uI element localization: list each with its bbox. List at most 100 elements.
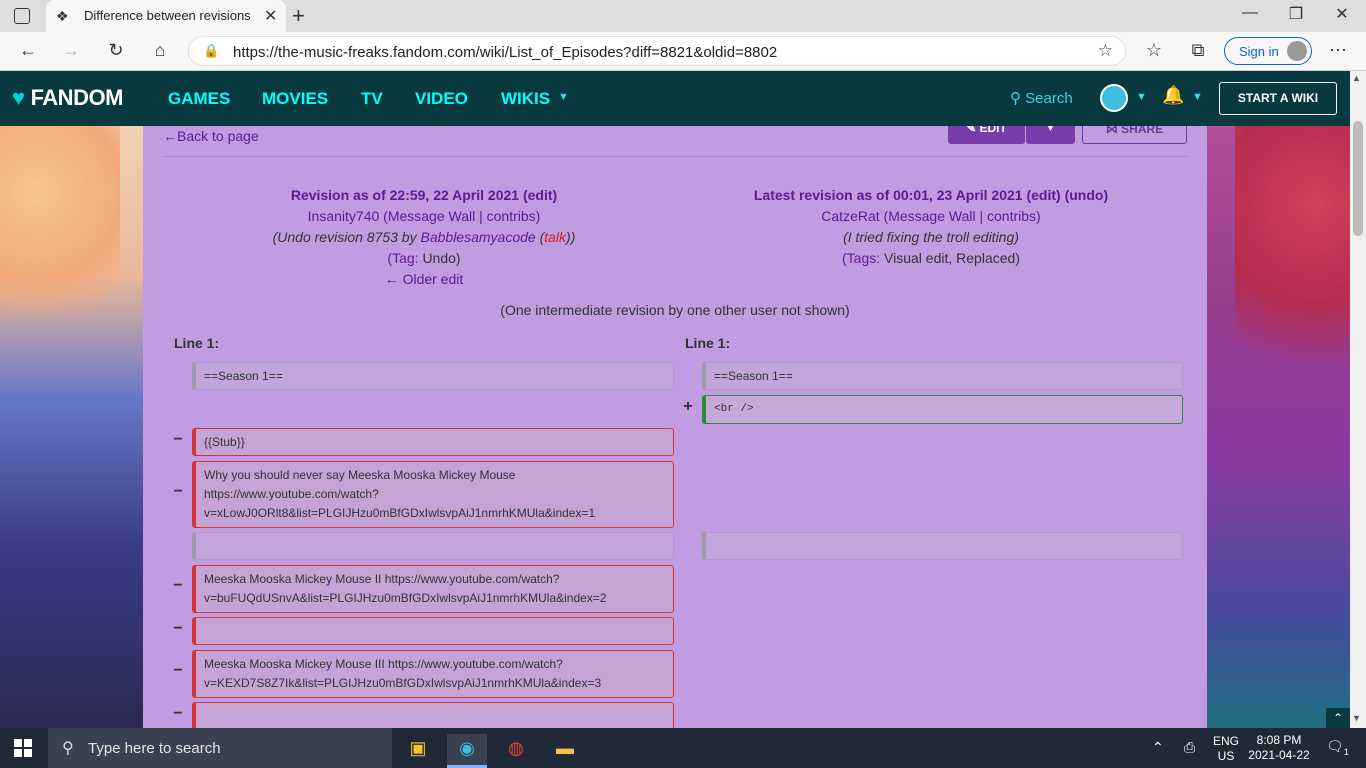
old-summary-user[interactable]: Babblesamyacode bbox=[421, 229, 536, 245]
divider bbox=[163, 156, 1187, 157]
new-tab-icon[interactable]: + bbox=[292, 3, 305, 29]
tab-actions-icon[interactable] bbox=[14, 8, 30, 24]
old-revision-edit-link[interactable]: (edit) bbox=[523, 187, 557, 203]
browser-tab[interactable]: ❖ Difference between revisions of "List … bbox=[46, 0, 286, 32]
new-revision-title[interactable]: Latest revision as of 00:01, 23 April 20… bbox=[754, 187, 1023, 203]
add-favorite-icon[interactable]: ☆ bbox=[1098, 41, 1113, 61]
edit-button[interactable]: ✎ EDIT bbox=[948, 126, 1025, 144]
notification-center-icon[interactable]: 🗨1 bbox=[1326, 738, 1349, 757]
diff-context-left: ==Season 1== bbox=[192, 362, 674, 390]
fandom-search[interactable]: ⚲ Search bbox=[1010, 89, 1073, 107]
pencil-icon: ✎ bbox=[966, 126, 980, 135]
old-tag-value: Undo) bbox=[422, 250, 461, 266]
page-scrollbar[interactable]: ▲ ▼ bbox=[1350, 71, 1366, 728]
new-summary: (I tried fixing the troll editing) bbox=[843, 229, 1019, 245]
new-revision-user[interactable]: CatzeRat bbox=[821, 208, 879, 224]
diff-deleted-line: Meeska Mooska Mickey Mouse III https://w… bbox=[192, 650, 674, 698]
window-close-icon[interactable]: ✕ bbox=[1322, 4, 1362, 24]
sign-in-label: Sign in bbox=[1239, 44, 1279, 59]
clock-date: 2021-04-22 bbox=[1248, 748, 1310, 762]
nav-tv[interactable]: TV bbox=[361, 89, 383, 109]
fandom-logo[interactable]: ♥ FANDOM bbox=[12, 85, 123, 111]
back-to-page-link[interactable]: ←Back to page bbox=[163, 128, 259, 144]
lock-icon[interactable]: 🔒 bbox=[203, 43, 219, 59]
diff-deleted-marker: − bbox=[173, 705, 183, 722]
user-caret-icon[interactable]: ▼ bbox=[1136, 91, 1147, 103]
edge-app-icon[interactable]: ◉ bbox=[447, 734, 487, 768]
scroll-thumb[interactable] bbox=[1353, 121, 1363, 236]
new-revision-header: Latest revision as of 00:01, 23 April 20… bbox=[681, 185, 1181, 269]
chrome-app-icon[interactable]: ◍ bbox=[496, 734, 536, 768]
old-summary-talk[interactable]: talk bbox=[544, 229, 566, 245]
old-revision-title[interactable]: Revision as of 22:59, 22 April 2021 bbox=[291, 187, 519, 203]
taskbar-search-placeholder: Type here to search bbox=[88, 740, 221, 757]
scroll-to-top-button[interactable]: ⌃ bbox=[1326, 708, 1350, 728]
diff-content: ←Back to page ✎ EDIT ▼ ⋈ SHARE Revision … bbox=[143, 126, 1207, 728]
diff-deleted-marker: − bbox=[173, 662, 183, 679]
taskbar-search[interactable]: ⚲ Type here to search bbox=[48, 728, 392, 768]
old-revision-user-links[interactable]: (Message Wall | contribs) bbox=[383, 208, 540, 224]
notifications-caret-icon[interactable]: ▼ bbox=[1192, 91, 1203, 103]
new-tag-value: Visual edit, Replaced) bbox=[884, 250, 1020, 266]
restore-icon[interactable]: ❐ bbox=[1276, 4, 1316, 24]
old-revision-user[interactable]: Insanity740 bbox=[308, 208, 380, 224]
collections-icon[interactable]: ⧉ bbox=[1186, 40, 1210, 61]
minimize-icon[interactable]: — bbox=[1230, 4, 1270, 22]
older-edit-link[interactable]: ← Older edit bbox=[385, 271, 464, 287]
diff-added-marker: + bbox=[683, 398, 693, 415]
line-number-right: Line 1: bbox=[685, 335, 731, 351]
more-menu-icon[interactable]: ⋯ bbox=[1326, 40, 1350, 61]
lang-top: ENG bbox=[1213, 734, 1240, 748]
nav-games[interactable]: GAMES bbox=[168, 89, 230, 109]
refresh-icon[interactable]: ↻ bbox=[104, 40, 128, 61]
diff-deleted-empty-line bbox=[192, 617, 674, 645]
network-icon[interactable]: ⎙ bbox=[1184, 739, 1195, 756]
forward-icon[interactable]: → bbox=[59, 40, 83, 61]
new-tag-prefix[interactable]: (Tags: bbox=[842, 250, 880, 266]
search-icon: ⚲ bbox=[1010, 90, 1021, 107]
diff-context-right: ==Season 1== bbox=[702, 362, 1183, 390]
tab-close-icon[interactable]: ✕ bbox=[264, 6, 277, 26]
tray-chevron-icon[interactable]: ⌃ bbox=[1152, 739, 1164, 756]
fandom-favicon-icon: ❖ bbox=[56, 8, 69, 24]
diff-deleted-line: Why you should never say Meeska Mooska M… bbox=[192, 461, 674, 528]
share-icon: ⋈ bbox=[1105, 126, 1122, 136]
wikis-caret-icon[interactable]: ▼ bbox=[558, 91, 569, 103]
sign-in-button[interactable]: Sign in bbox=[1224, 37, 1312, 65]
share-button[interactable]: ⋈ SHARE bbox=[1082, 126, 1187, 144]
user-avatar[interactable] bbox=[1100, 84, 1128, 112]
url-text: https://the-music-freaks.fandom.com/wiki… bbox=[233, 44, 778, 61]
fandom-logo-text: FANDOM bbox=[30, 85, 124, 110]
start-a-wiki-button[interactable]: START A WIKI bbox=[1219, 82, 1337, 115]
background-character-right bbox=[1235, 126, 1350, 386]
back-icon[interactable]: ← bbox=[16, 40, 40, 61]
intermediate-notice: (One intermediate revision by one other … bbox=[500, 302, 850, 318]
home-icon[interactable]: ⌂ bbox=[148, 40, 172, 61]
new-revision-user-links[interactable]: (Message Wall | contribs) bbox=[884, 208, 1041, 224]
fandom-heart-icon: ♥ bbox=[12, 85, 25, 110]
diff-deleted-marker: − bbox=[173, 431, 183, 448]
scroll-down-icon[interactable]: ▼ bbox=[1352, 713, 1361, 723]
nav-video[interactable]: VIDEO bbox=[415, 89, 468, 109]
new-revision-edit-link[interactable]: (edit) bbox=[1026, 187, 1060, 203]
clock[interactable]: 8:08 PM 2021-04-22 bbox=[1246, 733, 1312, 763]
diff-context-right-empty bbox=[702, 532, 1183, 560]
old-tag-prefix[interactable]: (Tag: bbox=[387, 250, 418, 266]
new-revision-undo-link[interactable]: (undo) bbox=[1065, 187, 1109, 203]
diff-deleted-marker: − bbox=[173, 483, 183, 500]
file-explorer-icon[interactable]: ▬ bbox=[545, 734, 585, 768]
scroll-up-icon[interactable]: ▲ bbox=[1352, 73, 1361, 83]
language-indicator[interactable]: ENG US bbox=[1213, 734, 1239, 764]
store-app-icon[interactable]: ▣ bbox=[398, 734, 438, 768]
nav-movies[interactable]: MOVIES bbox=[262, 89, 328, 109]
diff-context-left-empty bbox=[192, 532, 674, 560]
notifications-bell-icon[interactable]: 🔔 bbox=[1162, 85, 1184, 106]
diff-deleted-line: {{Stub}} bbox=[192, 428, 674, 456]
diff-deleted-empty-line bbox=[192, 702, 674, 728]
diff-deleted-marker: − bbox=[173, 620, 183, 637]
edit-dropdown-button[interactable]: ▼ bbox=[1026, 126, 1075, 144]
url-field[interactable]: 🔒 https://the-music-freaks.fandom.com/wi… bbox=[188, 36, 1126, 66]
windows-start-icon[interactable] bbox=[14, 739, 32, 757]
nav-wikis[interactable]: WIKIS bbox=[501, 89, 550, 109]
favorites-icon[interactable]: ☆ bbox=[1142, 40, 1166, 61]
